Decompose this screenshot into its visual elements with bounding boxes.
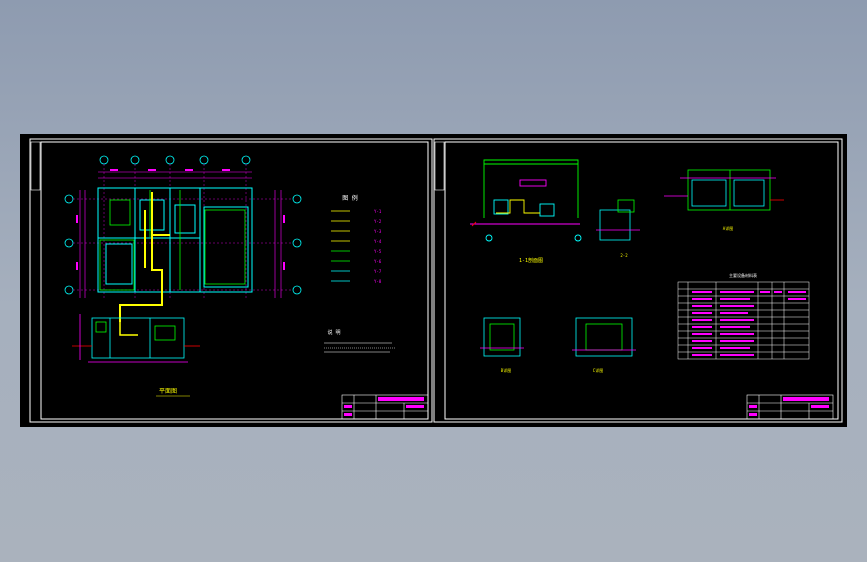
cad-viewport[interactable]: 平面图 图 例 Y-1 Y-2 Y-3 Y-4 Y-5 Y-6 Y-7 Y-8 … — [0, 0, 867, 562]
legend-item-8: Y-8 — [374, 279, 382, 284]
notes-title: 说 明 — [327, 329, 340, 336]
legend-item-6: Y-6 — [374, 259, 382, 264]
legend-title: 图 例 — [342, 194, 358, 202]
detail-caption-b: B详图 — [501, 367, 511, 373]
legend-item-7: Y-7 — [374, 269, 382, 274]
section-caption-a: 1-1剖面图 — [519, 257, 543, 264]
legend-item-3: Y-3 — [374, 229, 382, 234]
legend-item-5: Y-5 — [374, 249, 382, 254]
plan-caption: 平面图 — [159, 388, 177, 395]
legend-item-4: Y-4 — [374, 239, 382, 244]
legend-item-2: Y-2 — [374, 219, 382, 224]
detail-caption-a: A详图 — [723, 225, 733, 231]
legend-item-1: Y-1 — [374, 209, 382, 214]
table-title: 主要设备材料表 — [729, 272, 757, 278]
section-caption-b: 2-2 — [620, 253, 628, 258]
detail-caption-c: C详图 — [593, 367, 603, 373]
